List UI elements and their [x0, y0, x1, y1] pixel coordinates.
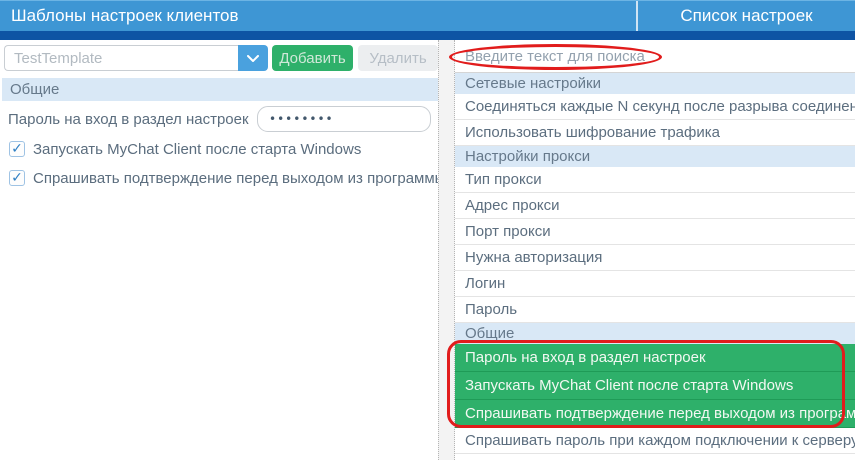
- password-setting-label: Пароль на вход в раздел настроек: [8, 109, 249, 131]
- settings-row-highlighted[interactable]: Пароль на вход в раздел настроек: [455, 344, 855, 372]
- settings-row-highlighted[interactable]: Запускать MyChat Client после старта Win…: [455, 372, 855, 400]
- left-panel-title: Шаблоны настроек клиентов: [11, 1, 239, 31]
- settings-row[interactable]: Пароль: [455, 297, 855, 323]
- settings-row-highlighted[interactable]: Спрашивать подтверждение перед выходом и…: [455, 400, 855, 428]
- checkmark-icon: ✓: [11, 170, 23, 184]
- settings-row[interactable]: Соединяться каждые N секунд после разрыв…: [455, 94, 855, 120]
- header-accent-bar: [0, 31, 855, 40]
- checkbox-row-confirm-exit[interactable]: ✓ Спрашивать подтверждение перед выходом…: [9, 169, 445, 187]
- checkbox-label: Запускать MyChat Client после старта Win…: [33, 141, 361, 158]
- password-field[interactable]: [257, 106, 431, 132]
- settings-group-proxy: Настройки прокси: [455, 146, 855, 167]
- template-dropdown-button[interactable]: [238, 45, 268, 71]
- app-window: Шаблоны настроек клиентов Список настрое…: [0, 0, 855, 460]
- templates-panel: Добавить Удалить Общие Пароль на вход в …: [0, 40, 438, 460]
- settings-rows: Сетевые настройки Соединяться каждые N с…: [455, 73, 855, 454]
- settings-row[interactable]: Нужна авторизация: [455, 245, 855, 271]
- right-panel-title: Список настроек: [638, 1, 855, 31]
- settings-row[interactable]: Порт прокси: [455, 219, 855, 245]
- template-combobox[interactable]: [4, 45, 238, 71]
- title-bar: Шаблоны настроек клиентов Список настрое…: [0, 0, 855, 31]
- add-template-button[interactable]: Добавить: [272, 45, 353, 71]
- settings-group-general: Общие: [455, 323, 855, 344]
- settings-list-panel: Сетевые настройки Соединяться каждые N с…: [455, 40, 855, 460]
- settings-row[interactable]: Спрашивать пароль при каждом подключении…: [455, 428, 855, 454]
- settings-row[interactable]: Логин: [455, 271, 855, 297]
- checkbox-row-autostart[interactable]: ✓ Запускать MyChat Client после старта W…: [9, 140, 361, 158]
- settings-group-network: Сетевые настройки: [455, 73, 855, 94]
- section-header-general: Общие: [2, 78, 438, 101]
- checkmark-icon: ✓: [11, 141, 23, 155]
- checkbox-label: Спрашивать подтверждение перед выходом и…: [33, 170, 445, 187]
- template-name-input[interactable]: [5, 46, 238, 70]
- settings-row[interactable]: Тип прокси: [455, 167, 855, 193]
- checkbox-autostart[interactable]: ✓: [9, 141, 25, 157]
- search-input[interactable]: [455, 40, 855, 72]
- settings-row[interactable]: Использовать шифрование трафика: [455, 120, 855, 146]
- checkbox-confirm-exit[interactable]: ✓: [9, 170, 25, 186]
- chevron-down-icon: [247, 51, 259, 66]
- panel-splitter[interactable]: [438, 40, 455, 460]
- settings-row[interactable]: Адрес прокси: [455, 193, 855, 219]
- settings-search-box[interactable]: [455, 40, 855, 73]
- delete-template-button[interactable]: Удалить: [358, 45, 438, 71]
